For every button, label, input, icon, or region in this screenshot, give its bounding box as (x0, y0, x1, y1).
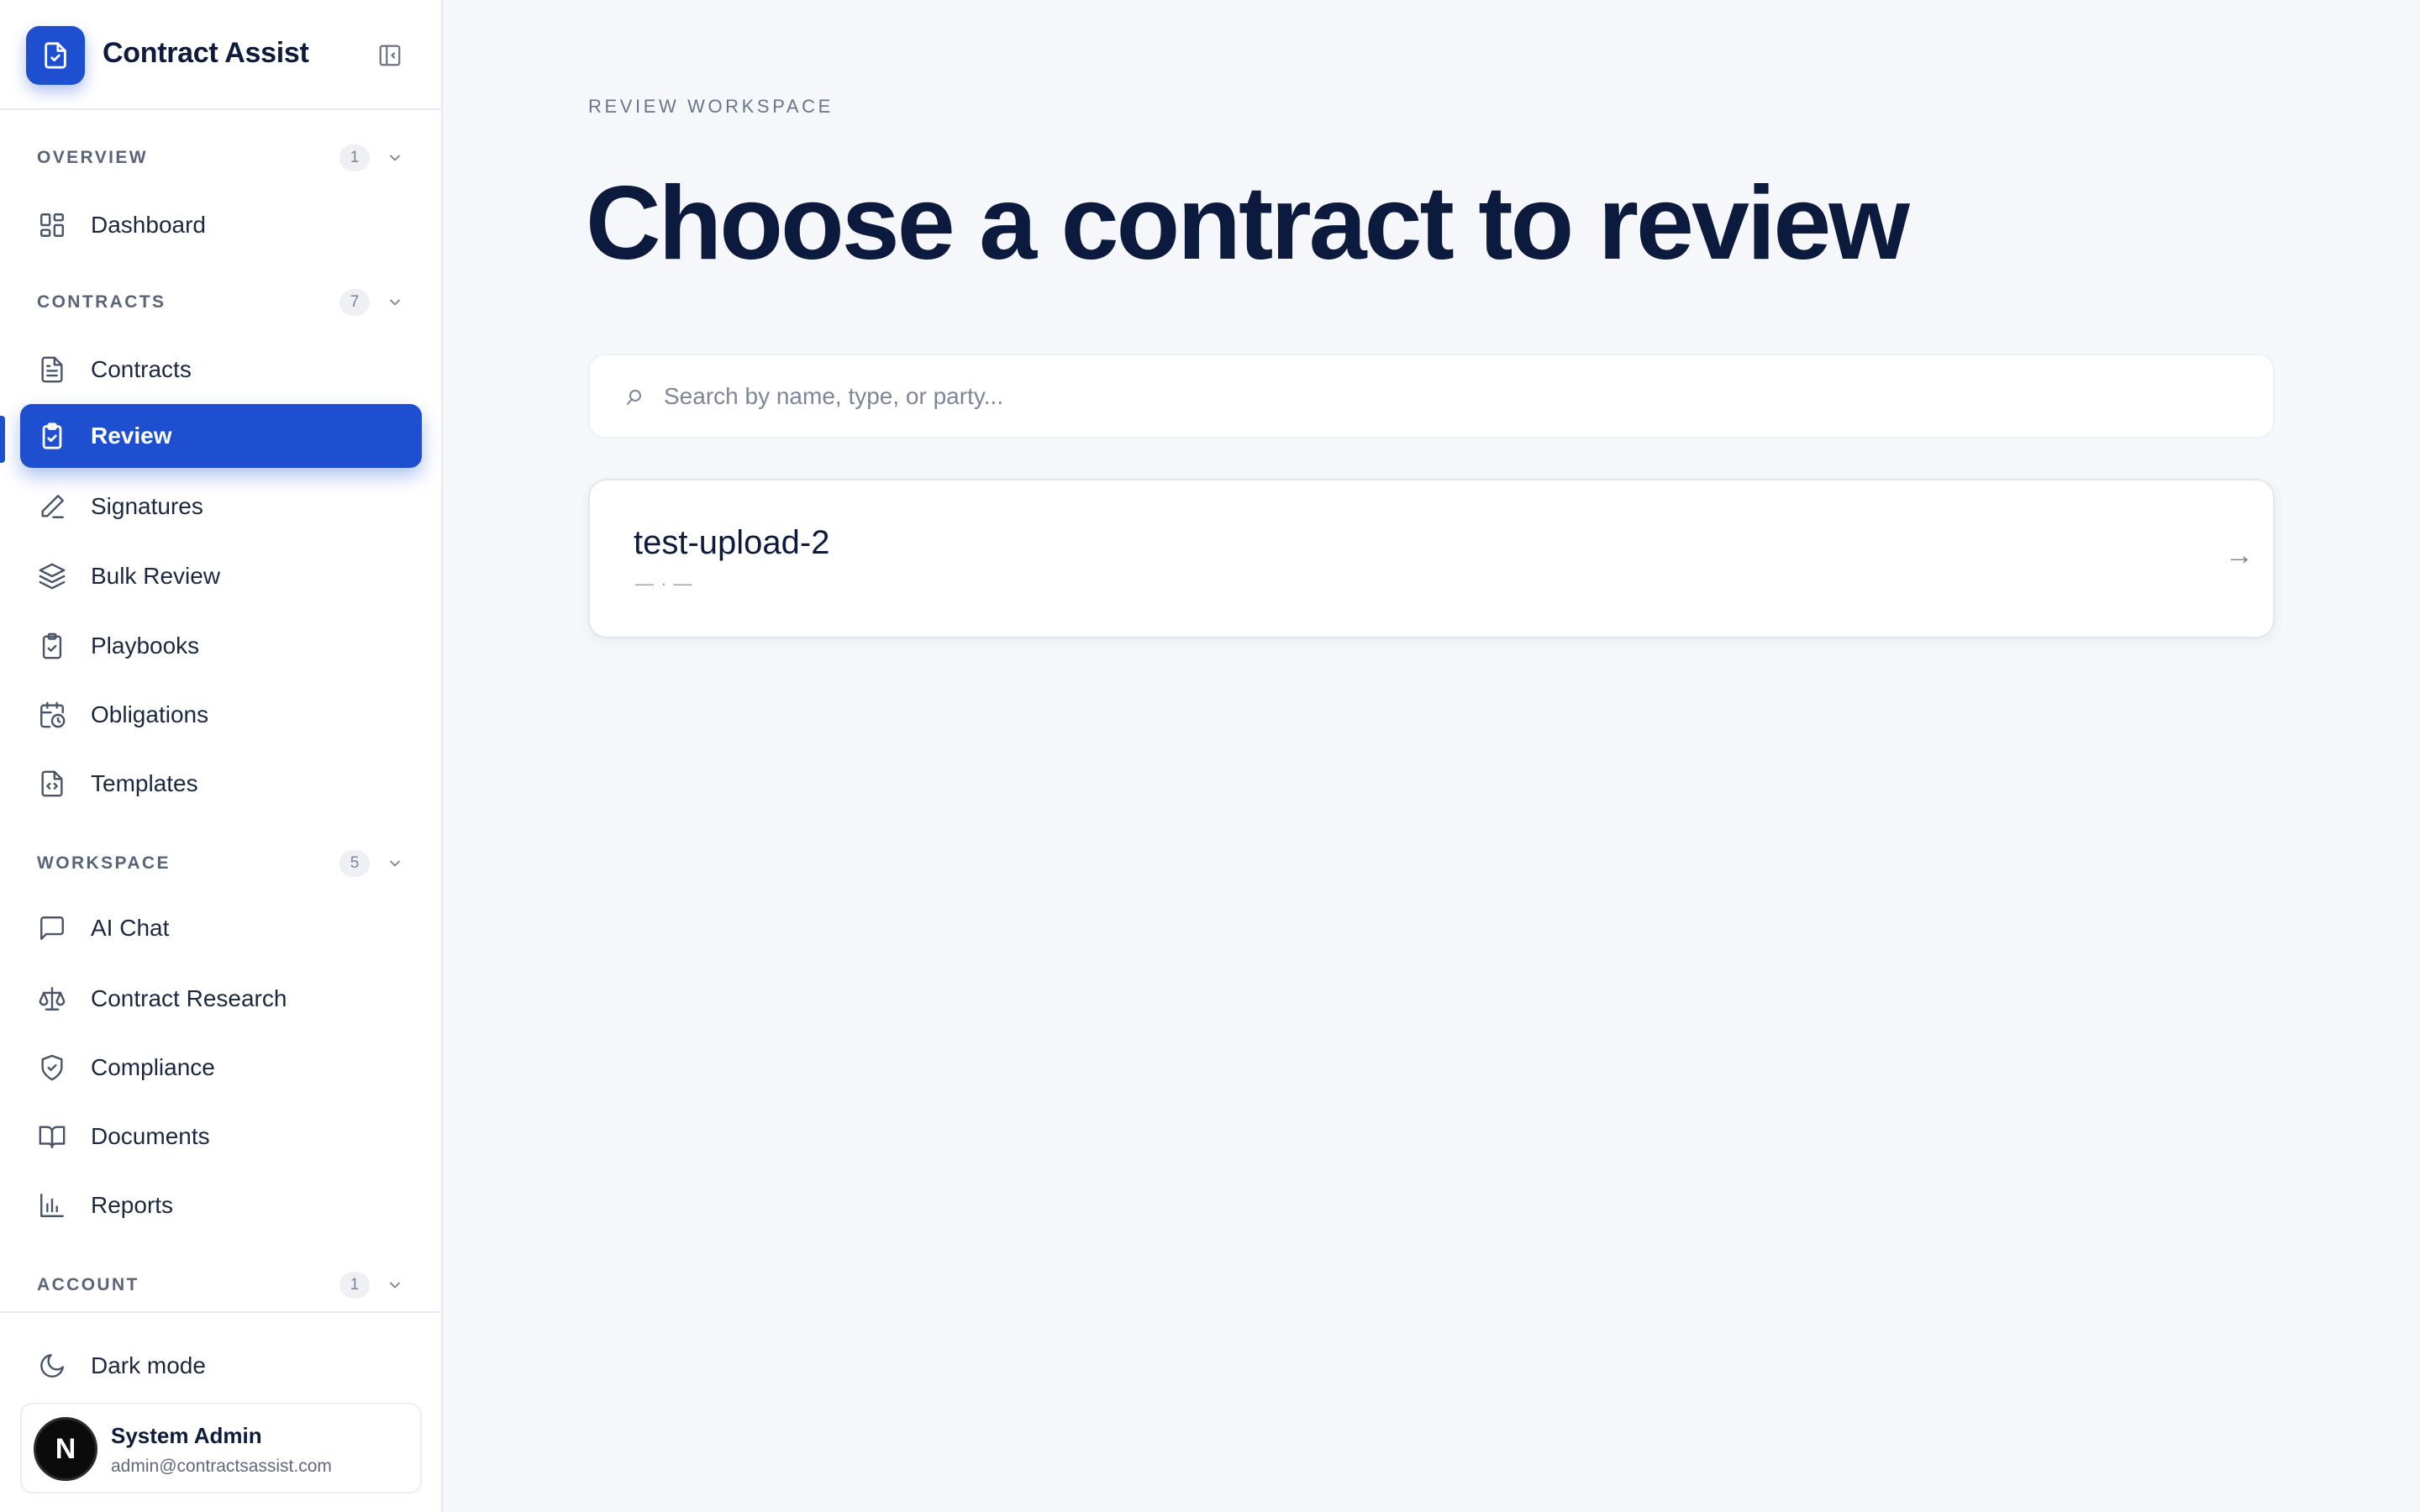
active-indicator (0, 416, 5, 463)
section-label: ACCOUNT (37, 1275, 139, 1294)
user-name: System Admin (111, 1423, 262, 1448)
search-icon (622, 385, 647, 410)
arrow-right-icon[interactable]: → (2225, 539, 2254, 572)
section-account-header[interactable]: ACCOUNT 1 (37, 1268, 407, 1302)
sidebar-item-contract-research[interactable]: Contract Research (20, 967, 422, 1031)
contract-meta: — · — (635, 573, 693, 594)
chevron-down-icon[interactable] (383, 1273, 407, 1297)
avatar: N (34, 1417, 97, 1481)
chat-bubble-icon (37, 913, 67, 943)
section-contracts-header[interactable]: CONTRACTS 7 (37, 286, 407, 319)
section-workspace-header[interactable]: WORKSPACE 5 (37, 847, 407, 880)
sidebar-item-label: Contract Research (91, 985, 287, 1011)
sidebar-item-dashboard[interactable]: Dashboard (20, 193, 422, 257)
sidebar-item-ai-chat[interactable]: AI Chat (20, 896, 422, 960)
sidebar-item-obligations[interactable]: Obligations (20, 683, 422, 747)
sidebar-item-label: Obligations (91, 701, 209, 727)
sidebar-item-documents[interactable]: Documents (20, 1105, 422, 1168)
sidebar-nav: OVERVIEW 1 Dashboard CONTRACTS 7 Contrac… (0, 110, 441, 1311)
sidebar-item-label: Bulk Review (91, 563, 221, 589)
chevron-down-icon[interactable] (383, 852, 407, 875)
section-label: OVERVIEW (37, 148, 149, 167)
sidebar-item-templates[interactable]: Templates (20, 752, 422, 816)
book-open-icon (37, 1121, 67, 1152)
section-count-badge: 5 (339, 850, 370, 877)
calendar-clock-icon (37, 700, 67, 730)
sidebar-item-review[interactable]: Review (20, 404, 422, 468)
page-eyebrow: REVIEW WORKSPACE (588, 96, 834, 117)
main-content: REVIEW WORKSPACE Choose a contract to re… (443, 0, 2420, 1512)
brand-header: Contract Assist (0, 0, 441, 110)
sidebar-item-label: Compliance (91, 1054, 215, 1080)
dark-mode-toggle[interactable]: Dark mode (20, 1334, 422, 1398)
layers-icon (37, 561, 67, 591)
section-count-badge: 7 (339, 289, 370, 316)
file-code-icon (37, 769, 67, 799)
moon-icon (37, 1351, 67, 1381)
sidebar-item-label: Dashboard (91, 212, 206, 238)
bar-chart-icon (37, 1190, 67, 1221)
sidebar-item-label: Contracts (91, 356, 192, 382)
sidebar-item-label: Review (91, 423, 172, 449)
sidebar-item-contracts[interactable]: Contracts (20, 338, 422, 402)
sidebar-item-signatures[interactable]: Signatures (20, 475, 422, 538)
user-email: admin@contractsassist.com (111, 1457, 332, 1476)
section-overview-header[interactable]: OVERVIEW 1 (37, 141, 407, 175)
sidebar-item-label: Documents (91, 1123, 210, 1149)
user-profile-card[interactable]: N System Admin admin@contractsassist.com (20, 1403, 422, 1494)
contract-name: test-upload-2 (634, 524, 830, 561)
contract-card[interactable]: test-upload-2 — · — → (588, 479, 2275, 638)
section-label: WORKSPACE (37, 853, 171, 873)
sidebar-item-label: AI Chat (91, 915, 170, 941)
chevron-down-icon[interactable] (383, 146, 407, 170)
sidebar: Contract Assist OVERVIEW 1 Dashboard CON… (0, 0, 443, 1512)
dashboard-icon (37, 210, 67, 240)
scale-icon (37, 984, 67, 1014)
shield-check-icon (37, 1053, 67, 1083)
clipboard-check-icon (37, 421, 67, 451)
app-title: Contract Assist (103, 37, 309, 69)
sidebar-item-compliance[interactable]: Compliance (20, 1036, 422, 1100)
section-count-badge: 1 (339, 1272, 370, 1299)
chevron-down-icon[interactable] (383, 291, 407, 314)
search-bar (588, 354, 2275, 438)
search-input[interactable] (662, 355, 2242, 437)
pen-icon (37, 491, 67, 522)
sidebar-item-reports[interactable]: Reports (20, 1173, 422, 1237)
sidebar-item-label: Reports (91, 1192, 174, 1218)
section-count-badge: 1 (339, 144, 370, 171)
file-text-icon (37, 354, 67, 385)
sidebar-item-label: Playbooks (91, 633, 200, 659)
sidebar-item-label: Signatures (91, 493, 203, 519)
clipboard-check-icon (37, 631, 67, 661)
sidebar-item-label: Templates (91, 770, 198, 796)
section-label: CONTRACTS (37, 292, 166, 312)
app-logo[interactable] (26, 26, 85, 85)
sidebar-collapse-icon[interactable] (375, 40, 405, 71)
sidebar-item-bulk-review[interactable]: Bulk Review (20, 544, 422, 608)
dark-mode-label: Dark mode (91, 1352, 206, 1378)
sidebar-footer: Dark mode N System Admin admin@contracts… (0, 1311, 441, 1512)
sidebar-item-playbooks[interactable]: Playbooks (20, 614, 422, 678)
page-title: Choose a contract to review (586, 165, 1910, 281)
